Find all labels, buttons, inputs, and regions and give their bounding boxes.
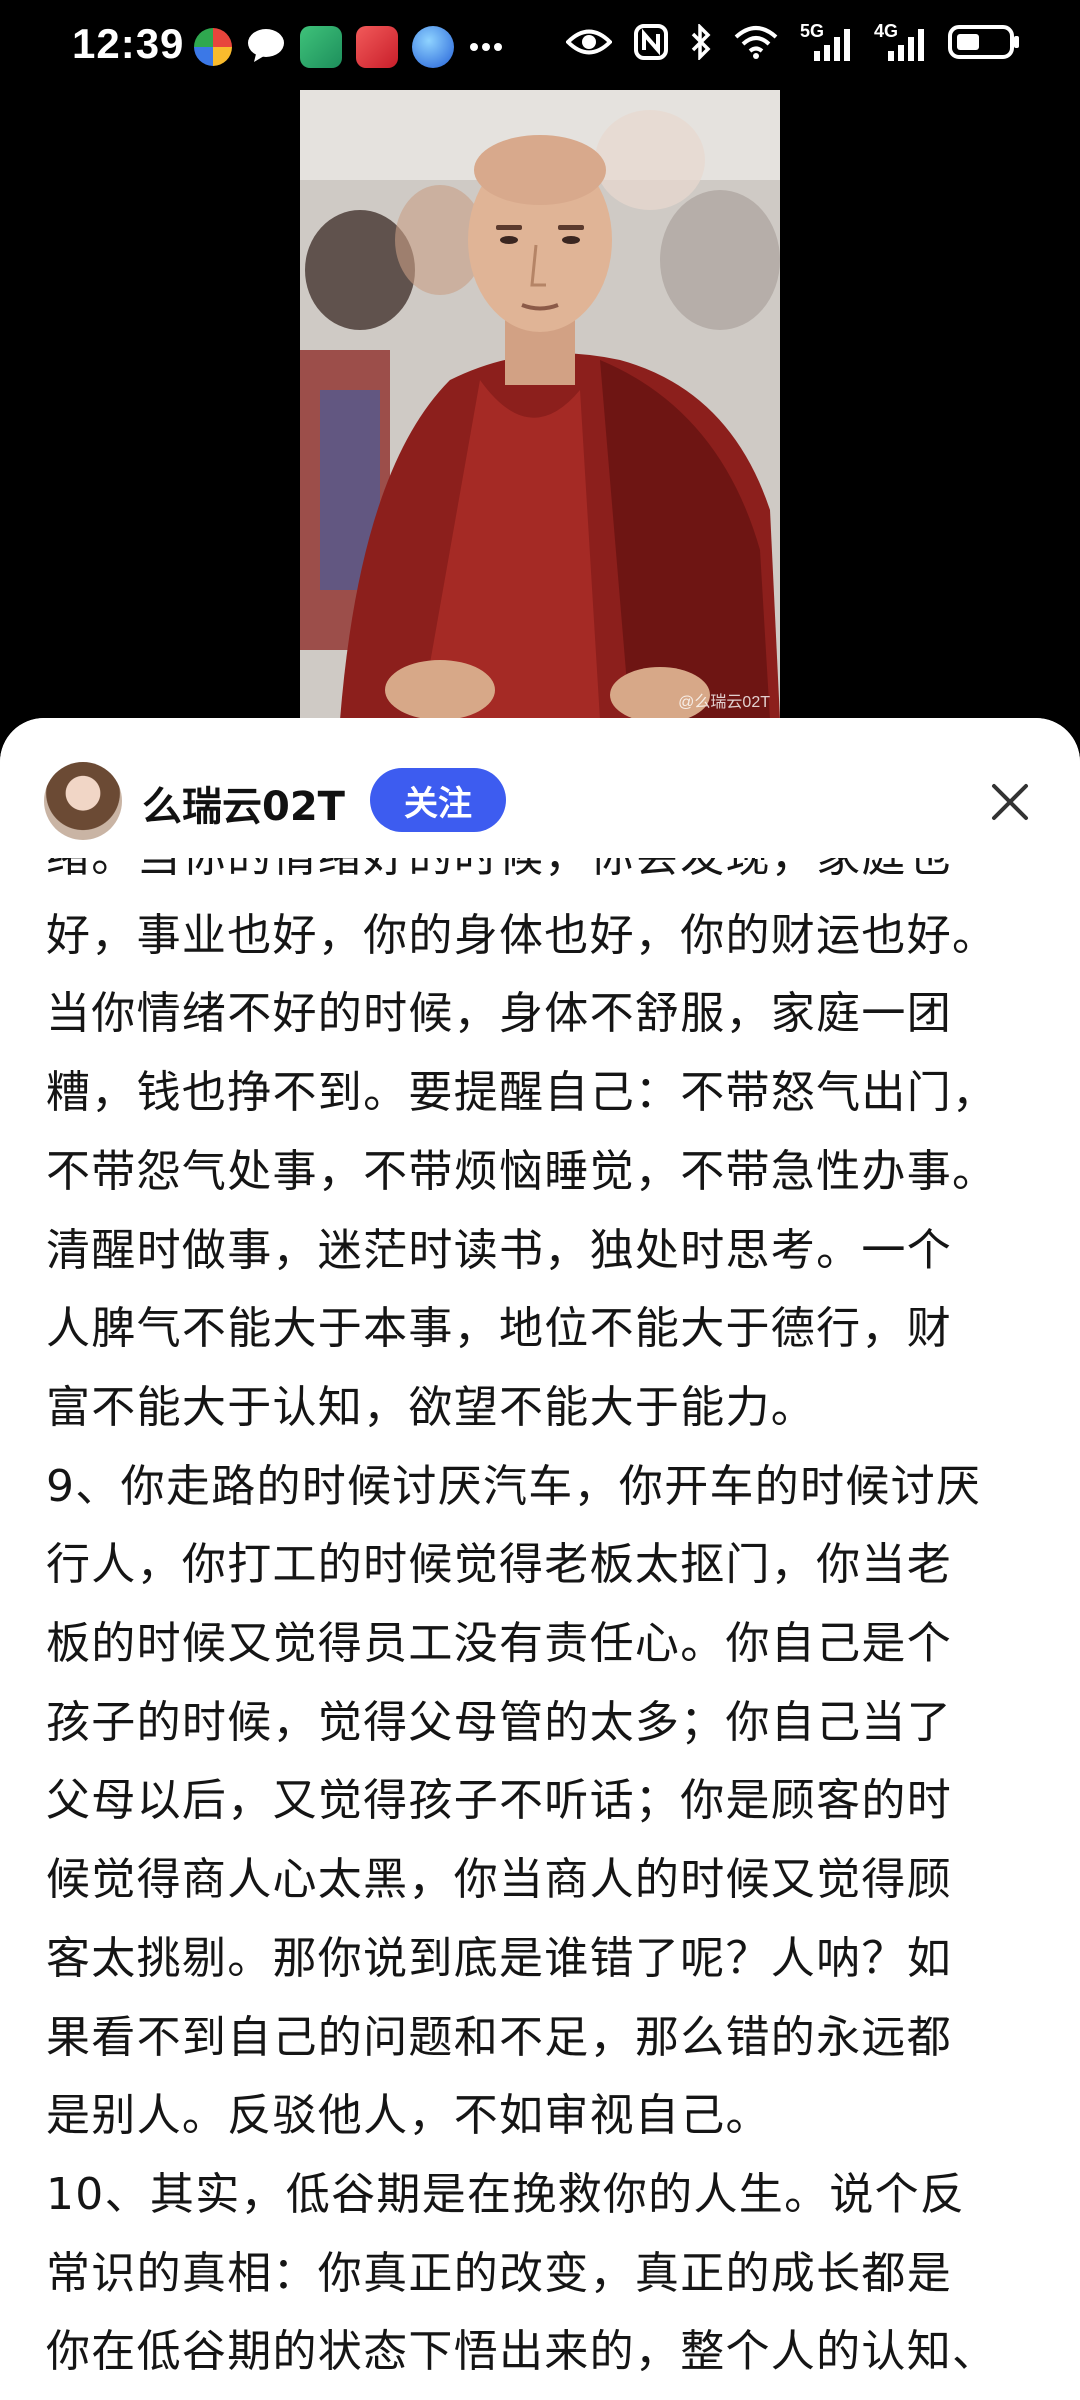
more-icon: [468, 38, 504, 57]
battery-icon: [948, 24, 1020, 64]
video-watermark: @么瑞云02T: [678, 694, 770, 711]
article-line: 好，事业也好，你的身体也好，你的财运也好。: [46, 909, 998, 961]
article-line: 富不能大于认知，欲望不能大于能力。: [46, 1381, 817, 1433]
notification-icons: [194, 26, 504, 68]
article-line: 板的时候又觉得员工没有责任心。你自己是个: [46, 1618, 952, 1670]
article-line: 孩子的时候，觉得父母管的太多；你自己当了: [46, 1696, 952, 1748]
colorful-app-icon: [194, 28, 232, 66]
close-icon: [992, 784, 1028, 820]
eye-icon: [565, 27, 613, 61]
status-bar: 12:39 5G 4G: [0, 0, 1080, 100]
article-line: 候觉得商人心太黑，你当商人的时候又觉得顾: [46, 1854, 952, 1906]
nfc-icon: [634, 24, 668, 64]
signal-5g-icon: 5G: [800, 21, 852, 63]
article-line: 糟，钱也挣不到。要提醒自己：不带怒气出门，: [46, 1067, 998, 1119]
follow-button[interactable]: 关注: [370, 768, 506, 832]
system-icons: 5G 4G: [565, 21, 1020, 64]
bluetooth-icon: [690, 22, 712, 64]
wifi-icon: [734, 25, 778, 63]
article-line: 不带怨气处事，不带烦恼睡觉，不带急性办事。: [46, 1145, 998, 1197]
green-app-icon: [300, 26, 342, 68]
author-name[interactable]: 么瑞云02T: [142, 774, 345, 832]
signal-4g-icon: 4G: [874, 21, 926, 63]
screen: 12:39 5G 4G @么瑞云02T 么瑞云02T 关注 好，事业也好，你的身…: [0, 0, 1080, 2400]
article-line: 当你情绪不好的时候，身体不舒服，家庭一团: [46, 988, 952, 1040]
article-line: 父母以后，又觉得孩子不听话；你是顾客的时: [46, 1775, 952, 1827]
article-line: 常识的真相：你真正的改变，真正的成长都是: [46, 2247, 952, 2299]
article-line: 清醒时做事，迷茫时读书，独处时思考。一个: [46, 1224, 952, 1276]
video-thumbnail[interactable]: @么瑞云02T: [300, 90, 780, 720]
red-app-icon: [356, 26, 398, 68]
article-line: 人脾气不能大于本事，地位不能大于德行，财: [46, 1303, 952, 1355]
chat-bubble-icon: [246, 26, 286, 68]
sheet-header: 么瑞云02T 关注: [0, 718, 1080, 858]
close-button[interactable]: [986, 778, 1034, 826]
article-line: 果看不到自己的问题和不足，那么错的永远都: [46, 2011, 952, 2063]
article-line: 行人，你打工的时候觉得老板太抠门，你当老: [46, 1539, 952, 1591]
article-line: 客太挑剔。那你说到底是谁错了呢？人呐？如: [46, 1932, 952, 1984]
article-line: 10、其实，低谷期是在挽救你的人生。说个反: [46, 2168, 966, 2220]
blue-app-icon: [412, 26, 454, 68]
clock: 12:39: [72, 20, 185, 67]
comment-sheet: 么瑞云02T 关注 绪。当你的情绪好的时候，你会发现，家庭也 好，事业也好，你的…: [0, 718, 1080, 2400]
article-text: 绪。当你的情绪好的时候，你会发现，家庭也 好，事业也好，你的身体也好，你的财运也…: [46, 818, 1036, 2392]
monk-photo: [300, 90, 780, 720]
author-avatar[interactable]: [44, 762, 122, 840]
article-line: 你在低谷期的状态下悟出来的，整个人的认知、: [46, 2326, 998, 2378]
article-line: 是别人。反驳他人，不如审视自己。: [46, 2090, 771, 2142]
article-line: 9、你走路的时候讨厌汽车，你开车的时候讨厌: [46, 1460, 982, 1512]
